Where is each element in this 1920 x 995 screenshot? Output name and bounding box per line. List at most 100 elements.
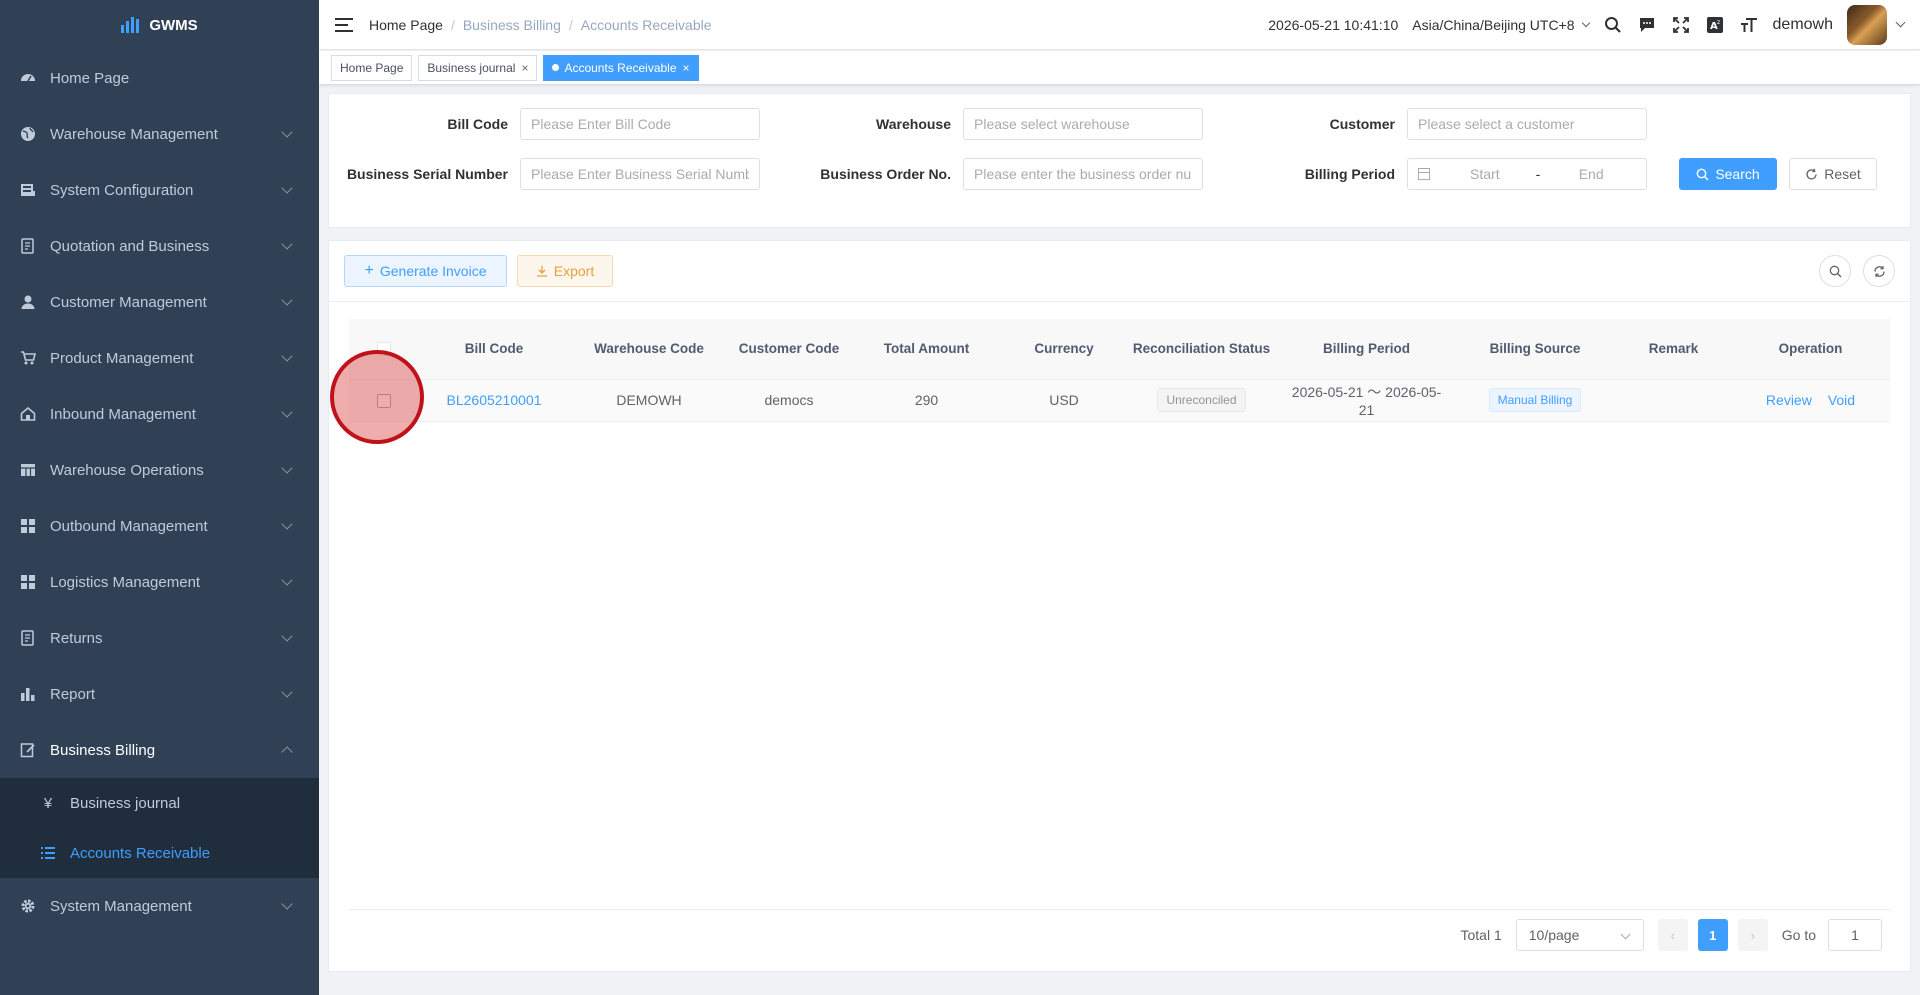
- refresh-icon[interactable]: [1863, 255, 1895, 287]
- chevron-up-icon: [281, 746, 293, 758]
- sidebar-item-logistics-management[interactable]: Logistics Management: [0, 554, 319, 610]
- sidebar-item-system-configuration[interactable]: System Configuration: [0, 162, 319, 218]
- sidebar-item-report[interactable]: Report: [0, 666, 319, 722]
- gear-icon: [20, 898, 36, 914]
- bill-code-link[interactable]: BL2605210001: [447, 392, 542, 408]
- fullscreen-icon[interactable]: [1671, 15, 1691, 35]
- sidebar-item-inbound-management[interactable]: Inbound Management: [0, 386, 319, 442]
- font-size-icon[interactable]: [1739, 15, 1759, 35]
- tag-business-journal[interactable]: Business journal ×: [418, 54, 538, 81]
- period-start[interactable]: Start: [1440, 166, 1530, 182]
- sidebar-item-returns[interactable]: Returns: [0, 610, 319, 666]
- row-checkbox[interactable]: [377, 394, 391, 409]
- reconciliation-status-cell: Unreconciled: [1124, 379, 1279, 422]
- close-icon[interactable]: ×: [683, 61, 690, 75]
- customer-label: Customer: [1329, 116, 1395, 132]
- search-icon[interactable]: [1603, 15, 1623, 35]
- grid-icon: [20, 574, 36, 590]
- timezone-select[interactable]: Asia/China/Beijing UTC+8: [1412, 16, 1590, 33]
- total-count: Total 1: [1460, 927, 1502, 943]
- billing-period-range[interactable]: Start - End: [1407, 158, 1647, 190]
- toggle-search-icon[interactable]: [1819, 255, 1851, 287]
- bill-code-cell: BL2605210001: [419, 379, 569, 422]
- reset-button[interactable]: Reset: [1789, 158, 1877, 190]
- chevron-down-icon[interactable]: [1895, 17, 1906, 28]
- order-number-input[interactable]: [963, 158, 1203, 190]
- sidebar-item-label: Outbound Management: [50, 517, 208, 535]
- sidebar-item-system-management[interactable]: System Management: [0, 878, 319, 934]
- sidebar-item-home-page[interactable]: Home Page: [0, 50, 319, 106]
- warehouse-select[interactable]: [963, 108, 1203, 140]
- select-all-header: [349, 319, 419, 380]
- dashboard-icon: [20, 70, 36, 86]
- search-actions: Search Reset: [1679, 158, 1877, 190]
- search-icon: [1696, 168, 1709, 181]
- customer-select[interactable]: [1407, 108, 1647, 140]
- billing-period-cell: 2026-05-21 ～ 2026-05-21: [1279, 379, 1454, 422]
- chevron-down-icon: [281, 898, 293, 910]
- search-button-label: Search: [1715, 166, 1760, 182]
- generate-invoice-label: Generate Invoice: [379, 263, 487, 279]
- tag-accounts-receivable[interactable]: Accounts Receivable ×: [543, 54, 699, 81]
- void-link[interactable]: Void: [1828, 392, 1855, 408]
- prev-page-button[interactable]: ‹: [1657, 919, 1688, 951]
- goto-page-input[interactable]: [1828, 919, 1882, 951]
- hamburger-icon[interactable]: [335, 17, 353, 32]
- col-remark: Remark: [1616, 319, 1731, 380]
- serial-number-field: Business Serial Number: [329, 158, 760, 190]
- sidebar-item-quotation-and-business[interactable]: Quotation and Business: [0, 218, 319, 274]
- close-icon[interactable]: ×: [521, 61, 528, 75]
- operation-cell: Review Void: [1731, 379, 1890, 422]
- timezone-label: Asia/China/Beijing UTC+8: [1412, 16, 1575, 33]
- next-page-button[interactable]: ›: [1737, 919, 1768, 951]
- avatar[interactable]: [1847, 4, 1887, 45]
- sidebar-item-accounts-receivable[interactable]: Accounts Receivable: [0, 828, 319, 878]
- billing-period-label: Billing Period: [1304, 166, 1395, 182]
- export-button[interactable]: Export: [517, 255, 613, 287]
- page-size-value: 10/page: [1528, 927, 1580, 943]
- serial-number-input[interactable]: [520, 158, 760, 190]
- review-link[interactable]: Review: [1766, 392, 1812, 408]
- row-select-cell: [349, 379, 419, 422]
- user-icon: [20, 294, 36, 310]
- sidebar-item-outbound-management[interactable]: Outbound Management: [0, 498, 319, 554]
- export-label: Export: [553, 263, 595, 279]
- sidebar-item-business-billing[interactable]: Business Billing: [0, 722, 319, 778]
- generate-invoice-button[interactable]: + Generate Invoice: [344, 255, 507, 287]
- chevron-down-icon: [281, 630, 293, 642]
- col-customer-code: Customer Code: [729, 319, 849, 380]
- select-all-checkbox[interactable]: [377, 342, 391, 357]
- col-currency: Currency: [1004, 319, 1124, 380]
- document-icon: [20, 238, 36, 254]
- chevron-down-icon: [281, 574, 293, 586]
- sidebar-item-product-management[interactable]: Product Management: [0, 330, 319, 386]
- divider: [329, 301, 1910, 302]
- translate-icon[interactable]: Az: [1705, 15, 1725, 35]
- logo-icon: [121, 17, 140, 33]
- sidebar-item-customer-management[interactable]: Customer Management: [0, 274, 319, 330]
- search-button[interactable]: Search: [1679, 158, 1777, 190]
- col-billing-period: Billing Period: [1279, 319, 1454, 380]
- sidebar-item-warehouse-operations[interactable]: Warehouse Operations: [0, 442, 319, 498]
- tag-home-page[interactable]: Home Page: [331, 54, 413, 81]
- goto-label: Go to: [1781, 927, 1816, 943]
- app-logo[interactable]: GWMS: [0, 0, 319, 50]
- bill-code-input[interactable]: [520, 108, 760, 140]
- page-size-select[interactable]: 10/page: [1515, 919, 1644, 951]
- username[interactable]: demowh: [1773, 16, 1833, 34]
- svg-text:z: z: [1717, 19, 1720, 26]
- bill-code-field: Bill Code: [329, 108, 760, 140]
- list-icon: [40, 846, 56, 860]
- sidebar-item-label: System Management: [50, 897, 192, 915]
- warehouse-field: Warehouse: [763, 108, 1203, 140]
- sidebar-item-business-journal[interactable]: ¥ Business journal: [0, 778, 319, 828]
- breadcrumb-home[interactable]: Home Page: [369, 17, 443, 33]
- sidebar: GWMS Home Page Warehouse Management Syst…: [0, 0, 319, 995]
- period-end[interactable]: End: [1546, 166, 1636, 182]
- plus-icon: +: [364, 262, 374, 279]
- message-icon[interactable]: [1637, 15, 1657, 35]
- sidebar-item-warehouse-management[interactable]: Warehouse Management: [0, 106, 319, 162]
- sidebar-item-label: Inbound Management: [50, 405, 196, 423]
- grid-icon: [20, 518, 36, 534]
- page-number[interactable]: 1: [1697, 919, 1728, 951]
